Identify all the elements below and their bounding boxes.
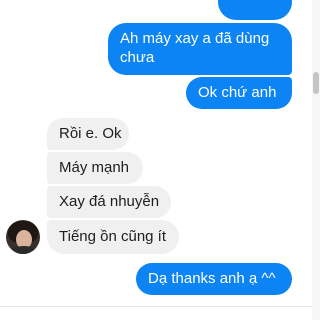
message-text: Ok chứ anh	[198, 84, 277, 101]
message-text: Ah máy xay a đã dùng chưa	[120, 30, 270, 66]
message-text: Dạ thanks anh ạ ^^	[148, 270, 276, 287]
message-text: Rồi e. Ok	[59, 125, 122, 142]
message-bubble-outgoing[interactable]: Dạ thanks anh ạ ^^	[136, 263, 292, 295]
message-text: Tiếng ồn cũng ít	[59, 228, 167, 245]
contact-avatar[interactable]	[6, 220, 40, 254]
message-bubble-incoming[interactable]: Xay đá nhuyễn	[47, 186, 171, 218]
message-bubble-incoming[interactable]: Máy mạnh	[47, 152, 143, 184]
scrollbar-track[interactable]	[312, 0, 320, 320]
scrollbar-thumb[interactable]	[313, 72, 319, 94]
message-bubble-outgoing[interactable]: Ah máy xay a đã dùng chưa	[108, 23, 292, 75]
message-bubble-incoming[interactable]: Tiếng ồn cũng ít	[47, 220, 179, 254]
message-bubble-outgoing-partial[interactable]	[218, 0, 292, 20]
message-bubble-outgoing[interactable]: Ok chứ anh	[186, 77, 292, 109]
composer-divider	[0, 306, 312, 307]
avatar-shirt	[10, 246, 38, 254]
message-text: Máy mạnh	[59, 159, 130, 176]
message-text: Xay đá nhuyễn	[59, 193, 160, 210]
message-bubble-incoming[interactable]: Rồi e. Ok	[47, 118, 129, 150]
